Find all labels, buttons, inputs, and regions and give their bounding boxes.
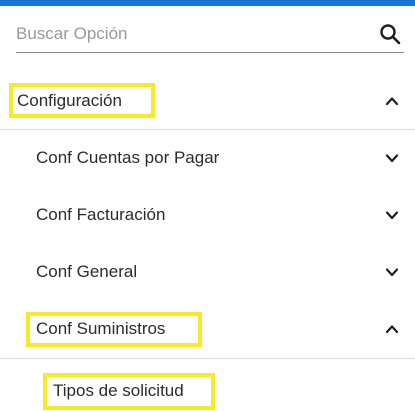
menu-item-conf-general[interactable]: Conf General	[0, 251, 415, 293]
menu-item-conf-facturacion[interactable]: Conf Facturación	[0, 194, 415, 236]
menu-item-label: Conf Facturación	[36, 205, 166, 224]
divider	[0, 358, 415, 359]
menu-item-label: Conf Suministros	[36, 319, 166, 338]
submenu-item-label: Tipos de solicitud	[53, 381, 184, 400]
search-input[interactable]	[16, 18, 366, 50]
menu-item-conf-cuentas-por-pagar[interactable]: Conf Cuentas por Pagar	[0, 137, 415, 179]
chevron-up-icon[interactable]	[383, 320, 401, 338]
chevron-up-icon[interactable]	[383, 92, 401, 110]
chevron-down-icon[interactable]	[383, 206, 401, 224]
top-accent-bar	[0, 0, 415, 6]
menu-item-label: Conf General	[36, 262, 138, 281]
menu-item-conf-suministros[interactable]: Conf Suministros	[0, 308, 415, 350]
search-icon[interactable]	[378, 22, 402, 46]
menu-item-label: Conf Cuentas por Pagar	[36, 148, 220, 167]
divider	[0, 129, 415, 130]
chevron-down-icon[interactable]	[383, 263, 401, 281]
search-box	[16, 18, 404, 53]
submenu-item-tipos-de-solicitud[interactable]: Tipos de solicitud	[0, 371, 415, 411]
menu-section-configuracion[interactable]: Configuración	[0, 80, 415, 122]
chevron-down-icon[interactable]	[383, 149, 401, 167]
menu-section-label: Configuración	[17, 91, 122, 110]
